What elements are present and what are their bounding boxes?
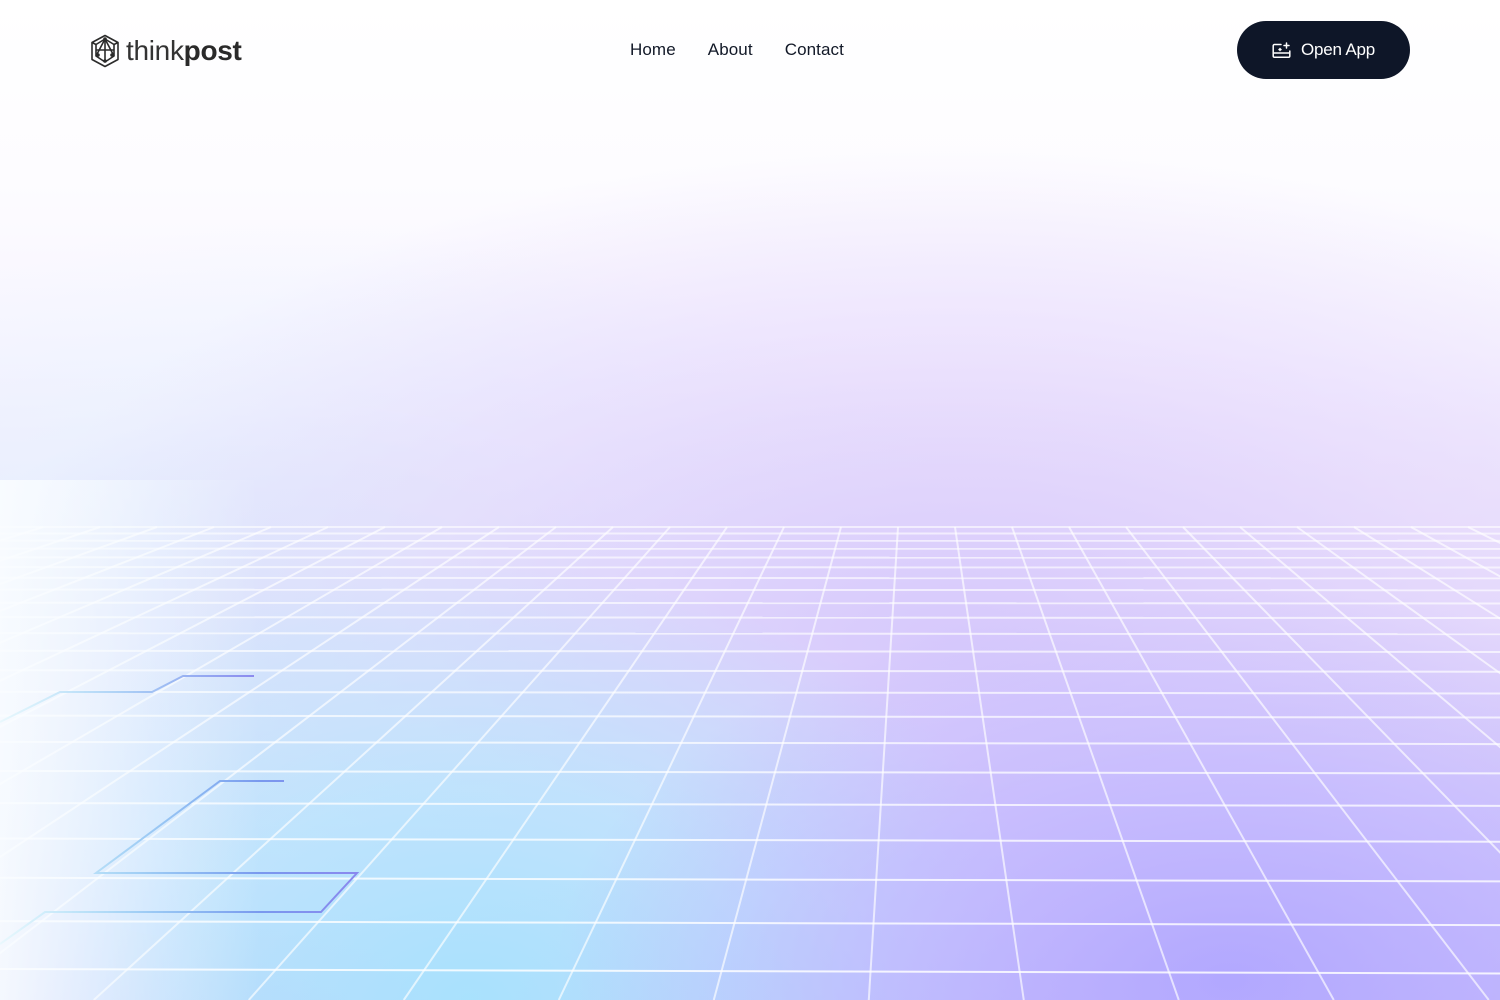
open-app-button[interactable]: Open App	[1237, 21, 1410, 79]
grid-line-vertical	[557, 526, 785, 1000]
sparkle-window-icon	[1272, 41, 1291, 58]
brand-name-light: think	[126, 35, 184, 66]
grid-line-vertical	[1467, 526, 1500, 545]
grid-line-vertical	[1182, 526, 1500, 854]
brand-wordmark: thinkpost	[126, 37, 242, 65]
grid-line-vertical	[712, 526, 842, 1000]
open-app-label: Open App	[1300, 40, 1376, 59]
site-header: thinkpost Home About Contact Open App	[0, 0, 1500, 100]
grid-line-vertical	[248, 526, 671, 1000]
left-fade-overlay	[0, 480, 260, 1000]
grid-line-vertical	[1296, 526, 1500, 675]
grid-line-vertical	[1011, 526, 1180, 1000]
grid-line-vertical	[1353, 526, 1500, 620]
brand-logo[interactable]: thinkpost	[89, 33, 242, 69]
brand-name-bold: post	[183, 35, 242, 66]
nav-contact[interactable]: Contact	[785, 40, 844, 60]
nav-home[interactable]: Home	[630, 40, 676, 60]
grid-line-vertical	[1410, 526, 1500, 578]
geometric-dodecahedron-icon	[91, 34, 119, 68]
grid-line-vertical	[1239, 526, 1500, 749]
main-nav: Home About Contact	[630, 40, 844, 60]
nav-about[interactable]: About	[708, 40, 753, 60]
grid-line-vertical	[867, 526, 899, 1000]
grid-line-vertical	[1125, 526, 1490, 1000]
grid-line-vertical	[1068, 526, 1335, 1000]
grid-line-vertical	[954, 526, 1025, 1000]
grid-line-vertical	[402, 526, 728, 1000]
